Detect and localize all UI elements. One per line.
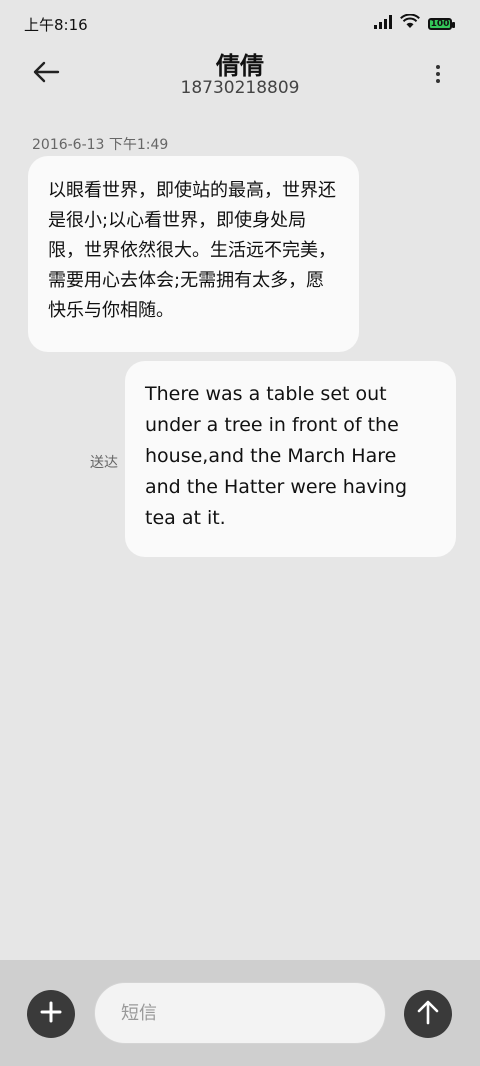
status-icons: 100 [374, 13, 455, 33]
more-options-button[interactable] [426, 58, 450, 90]
arrow-up-icon [416, 999, 440, 1029]
incoming-message-bubble[interactable]: 以眼看世界，即使站的最高，世界还是很小;以心看世界，即使身处局限，世界依然很大。… [28, 156, 359, 352]
status-time: 上午8:16 [24, 16, 88, 34]
outgoing-message-bubble[interactable]: There was a table set out under a tree i… [125, 361, 456, 557]
plus-icon [40, 1001, 62, 1027]
message-timestamp: 2016-6-13 下午1:49 [32, 137, 169, 153]
delivery-status: 送达 [90, 455, 118, 471]
battery-icon: 100 [428, 17, 455, 30]
add-attachment-button[interactable] [27, 990, 75, 1038]
contact-number: 18730218809 [180, 78, 300, 98]
contact-name: 倩倩 [216, 52, 264, 80]
battery-level: 100 [430, 18, 450, 29]
send-button[interactable] [404, 990, 452, 1038]
more-vert-icon-dot [436, 79, 440, 83]
more-vert-icon-dot [436, 72, 440, 76]
more-vert-icon-dot [436, 65, 440, 69]
status-bar: 上午8:16 100 [0, 0, 480, 44]
signal-icon [374, 14, 392, 33]
wifi-icon [400, 13, 420, 33]
message-text: There was a table set out under a tree i… [145, 383, 408, 529]
conversation-header: 倩倩 18730218809 [0, 44, 480, 104]
composer-bar [0, 960, 480, 1066]
message-input[interactable] [94, 982, 386, 1044]
message-text: 以眼看世界，即使站的最高，世界还是很小;以心看世界，即使身处局限，世界依然很大。… [48, 180, 336, 321]
